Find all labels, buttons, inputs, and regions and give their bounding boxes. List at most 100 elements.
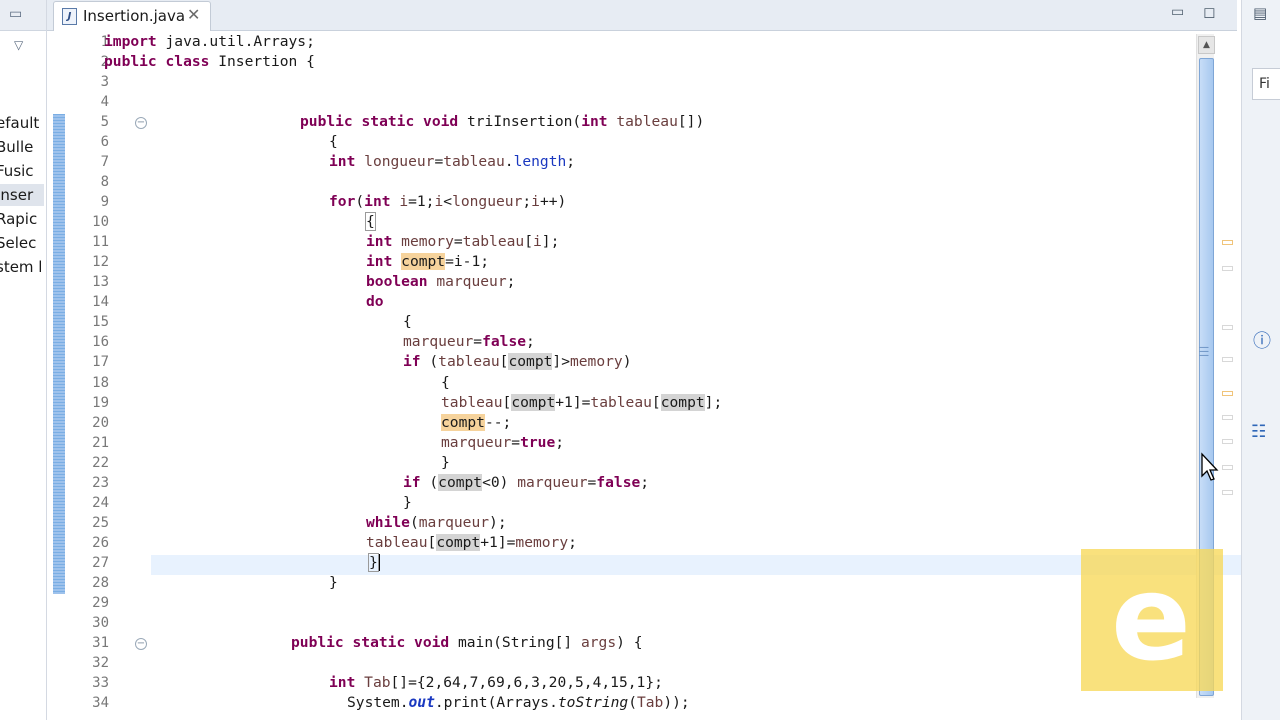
package-explorer-toolbar: ▭ <box>0 0 46 31</box>
fold-icon[interactable]: − <box>135 117 147 130</box>
outline-panel: ▤ Fi ⓘ ☷ <box>1241 0 1280 720</box>
change-ruler <box>53 114 65 594</box>
current-line-highlight <box>151 555 1241 575</box>
code-line[interactable]: marqueur=false; <box>403 333 535 350</box>
code-line[interactable]: do <box>366 293 384 310</box>
overview-marker <box>1222 415 1233 420</box>
line-number: 13 <box>92 274 109 291</box>
line-number: 22 <box>92 454 109 471</box>
line-number: 16 <box>92 334 109 351</box>
line-number: 14 <box>92 294 109 311</box>
code-line[interactable]: } <box>368 552 380 572</box>
close-icon[interactable]: ✕ <box>187 5 200 24</box>
code-line[interactable]: import java.util.Arrays; <box>104 33 315 50</box>
line-number: 25 <box>92 514 109 531</box>
code-line[interactable]: { <box>403 313 412 330</box>
code-line[interactable]: int Tab[]={2,64,7,69,6,3,20,5,4,15,1}; <box>329 674 663 691</box>
line-number: 2 <box>100 54 109 71</box>
line-number: 34 <box>92 694 109 711</box>
line-number: 27 <box>92 554 109 571</box>
code-line[interactable]: int longueur=tableau.length; <box>329 153 575 170</box>
code-line[interactable]: { <box>441 374 450 391</box>
maximize-icon[interactable]: ◻ <box>1203 3 1215 21</box>
code-line[interactable]: { <box>329 133 338 150</box>
view-menu-icon[interactable]: ▽ <box>14 38 23 52</box>
java-file-icon: J <box>62 8 77 25</box>
package-explorer-item[interactable]: stem l <box>0 256 44 278</box>
line-number: 5 <box>100 114 109 131</box>
overview-marker <box>1222 325 1233 330</box>
line-number: 20 <box>92 414 109 431</box>
package-explorer-item[interactable]: efault <box>0 112 44 134</box>
line-number: 23 <box>92 474 109 491</box>
code-line[interactable]: int memory=tableau[i]; <box>366 233 559 250</box>
find-box[interactable]: Fi <box>1252 68 1280 100</box>
line-number: 32 <box>92 654 109 671</box>
code-line[interactable]: compt--; <box>441 413 511 431</box>
editor-tab-bar: J Insertion.java ✕ ▭ ◻ <box>47 0 1237 31</box>
code-line[interactable]: boolean marqueur; <box>366 273 515 290</box>
code-line[interactable]: if (compt<0) marqueur=false; <box>403 473 649 491</box>
package-explorer-item[interactable]: Inser <box>0 184 44 206</box>
line-number: 6 <box>100 134 109 151</box>
line-number: 26 <box>92 534 109 551</box>
java-editor: J Insertion.java ✕ ▭ ◻ 1 2 3 4 5 6 7 8 9 10 11 12 13… <box>47 0 1241 720</box>
task-list-icon[interactable]: ▤ <box>1253 4 1267 22</box>
mouse-pointer-icon <box>1201 452 1219 481</box>
line-number: 11 <box>92 234 109 251</box>
line-number: 21 <box>92 434 109 451</box>
line-number: 15 <box>92 314 109 331</box>
code-line[interactable]: public static void triInsertion(int tabl… <box>300 113 704 130</box>
line-number: 19 <box>92 394 109 411</box>
code-line[interactable]: for(int i=1;i<longueur;i++) <box>329 193 566 210</box>
overview-marker <box>1222 266 1233 271</box>
overview-marker <box>1222 439 1233 444</box>
overview-marker <box>1222 391 1233 396</box>
line-number: 33 <box>92 674 109 691</box>
watermark-letter: e <box>1111 549 1192 687</box>
outline-icon[interactable]: ☷ <box>1251 422 1266 442</box>
code-line[interactable]: } <box>403 494 412 511</box>
code-line[interactable]: { <box>365 212 376 232</box>
code-line[interactable]: tableau[compt+1]=tableau[compt]; <box>441 393 722 411</box>
line-number: 29 <box>92 594 109 611</box>
line-number: 12 <box>92 254 109 271</box>
code-line[interactable]: if (tableau[compt]>memory) <box>403 353 632 371</box>
package-explorer-item[interactable]: Fusic <box>0 160 44 182</box>
code-line[interactable]: int compt=i-1; <box>366 253 489 271</box>
overview-marker <box>1222 490 1233 495</box>
line-number: 9 <box>100 194 109 211</box>
package-explorer-panel: ▭ ▽ efaultBulleFusicInserRapicSelecstem … <box>0 0 47 720</box>
code-line[interactable]: } <box>329 574 338 591</box>
overview-marker <box>1222 240 1233 245</box>
code-line[interactable]: public static void main(String[] args) { <box>291 634 643 651</box>
code-line[interactable]: public class Insertion { <box>104 53 315 70</box>
line-number: 28 <box>92 574 109 591</box>
line-number: 31 <box>92 634 109 651</box>
code-line[interactable]: System.out.print(Arrays.toString(Tab)); <box>347 694 690 711</box>
minimize-icon[interactable]: ▭ <box>1171 4 1184 20</box>
watermark-logo: e <box>1081 549 1223 691</box>
line-number: 10 <box>92 214 109 231</box>
code-line[interactable]: tableau[compt+1]=memory; <box>366 533 577 551</box>
line-number: 30 <box>92 614 109 631</box>
scroll-up-arrow-icon[interactable]: ▲ <box>1198 36 1215 54</box>
package-explorer-item[interactable]: Bulle <box>0 136 44 158</box>
code-line[interactable]: marqueur=true; <box>441 434 564 451</box>
line-number: 24 <box>92 494 109 511</box>
tab-label: Insertion.java <box>83 7 186 25</box>
line-number: 4 <box>100 94 109 111</box>
info-icon[interactable]: ⓘ <box>1253 327 1271 353</box>
package-explorer-item[interactable]: Selec <box>0 232 44 254</box>
line-number: 1 <box>100 34 109 50</box>
minimize-icon[interactable]: ▭ <box>9 6 22 22</box>
line-number: 3 <box>100 74 109 91</box>
code-line[interactable]: } <box>441 454 450 471</box>
code-line[interactable]: while(marqueur); <box>366 514 507 531</box>
fold-icon[interactable]: − <box>135 637 147 650</box>
line-number: 7 <box>100 154 109 171</box>
editor-tab-insertion[interactable]: J Insertion.java ✕ <box>53 1 211 31</box>
find-box-text: Fi <box>1259 76 1270 92</box>
package-explorer-item[interactable]: Rapic <box>0 208 44 230</box>
line-number: 17 <box>92 354 109 371</box>
